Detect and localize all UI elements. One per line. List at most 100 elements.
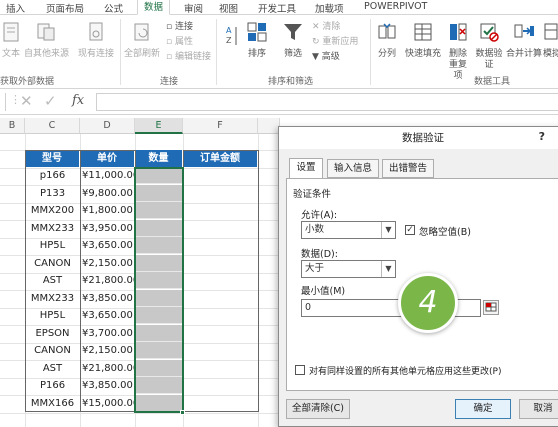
group-divider xyxy=(216,19,217,85)
ok-button[interactable]: 确定 xyxy=(455,399,511,419)
connections-button[interactable]: ▫ 连接 xyxy=(166,22,193,33)
ignore-blank-checkbox[interactable]: ✓ xyxy=(405,225,415,235)
tab-error-alert[interactable]: 出错警告 xyxy=(382,159,434,178)
column-header-e[interactable]: E xyxy=(135,118,183,134)
criteria-heading: 验证条件 xyxy=(293,189,332,200)
ribbon: 文本 自其他来源 现有连接 获取外部数据 全部刷新 ▫ 连接 ▫ 属性 ▫ 编辑… xyxy=(0,15,558,89)
sort-asc-button[interactable]: AZ xyxy=(222,23,242,57)
chevron-down-icon: ▼ xyxy=(381,261,395,277)
cancel-button[interactable]: 取消 xyxy=(519,399,558,419)
connections-file-icon xyxy=(89,22,103,41)
group-data-tools: 数据工具 xyxy=(474,77,511,87)
chevron-down-icon: ▼ xyxy=(381,222,395,238)
column-header-c[interactable]: C xyxy=(25,118,80,134)
data-validation-icon xyxy=(480,23,499,42)
data-validation-button[interactable]: 数据验证 xyxy=(474,21,504,71)
existing-connections-button[interactable]: 现有连接 xyxy=(76,21,116,60)
column-header-d[interactable]: D xyxy=(80,118,135,134)
other-sources-icon xyxy=(37,23,55,41)
consolidate-icon xyxy=(514,24,534,38)
insert-function-icon[interactable]: fx xyxy=(72,93,84,108)
flash-fill-button[interactable]: 快速填充 xyxy=(403,21,443,60)
consolidate-button[interactable]: 合并计算 xyxy=(506,21,542,60)
sort-icon xyxy=(247,22,267,42)
apply-all-checkbox[interactable] xyxy=(295,365,305,375)
range-picker-icon[interactable] xyxy=(483,300,499,315)
flash-fill-icon xyxy=(414,23,432,41)
group-sort-filter: 排序和筛选 xyxy=(268,77,314,87)
edit-links-icon: ▫ xyxy=(166,52,175,62)
tab-formulas[interactable]: 公式 xyxy=(104,1,123,15)
allow-label: 允许(A): xyxy=(301,210,338,221)
svg-text:A: A xyxy=(226,26,232,35)
formula-input[interactable] xyxy=(96,93,558,111)
name-box[interactable] xyxy=(0,93,6,111)
ribbon-tabs: 插入 页面布局 公式 数据 审阅 视图 开发工具 加载项 POWERPIVOT xyxy=(0,0,558,15)
column-header-f[interactable]: F xyxy=(183,118,258,134)
tab-developer[interactable]: 开发工具 xyxy=(258,1,296,15)
text-to-columns-button[interactable]: 分列 xyxy=(374,21,400,60)
advanced-filter-button[interactable]: ▼ 高级 xyxy=(312,52,340,63)
edit-links-button[interactable]: ▫ 编辑链接 xyxy=(166,52,211,63)
what-if-button[interactable]: 模拟 xyxy=(543,21,558,60)
properties-button[interactable]: ▫ 属性 xyxy=(166,37,193,48)
sort-az-icon: AZ xyxy=(226,26,237,45)
tab-settings[interactable]: 设置 xyxy=(289,158,323,179)
cancel-entry-icon[interactable]: ✕ xyxy=(20,92,33,110)
from-text-button[interactable]: 文本 xyxy=(0,21,22,60)
header-quantity: 数量 xyxy=(135,150,183,167)
refresh-all-button[interactable]: 全部刷新 xyxy=(122,21,162,60)
from-other-sources-button[interactable]: 自其他来源 xyxy=(24,21,69,60)
connections-icon: ▫ xyxy=(166,22,175,32)
filter-funnel-icon xyxy=(284,24,302,40)
tab-view[interactable]: 视图 xyxy=(219,1,238,15)
table-border xyxy=(80,150,136,412)
tab-addins[interactable]: 加载项 xyxy=(315,1,344,15)
table-border xyxy=(183,150,259,412)
range-grid-icon xyxy=(485,302,497,312)
remove-duplicates-button[interactable]: 删除重复项 xyxy=(445,21,471,82)
tab-insert[interactable]: 插入 xyxy=(6,1,25,15)
tab-review[interactable]: 审阅 xyxy=(184,1,203,15)
text-file-icon xyxy=(3,22,19,42)
tab-page-layout[interactable]: 页面布局 xyxy=(46,1,84,15)
help-icon[interactable]: ? xyxy=(539,130,545,143)
group-connections: 连接 xyxy=(160,77,179,87)
column-header-g[interactable] xyxy=(258,118,280,134)
tab-input-message[interactable]: 输入信息 xyxy=(327,159,379,178)
group-divider xyxy=(370,19,371,85)
confirm-entry-icon[interactable]: ✓ xyxy=(44,92,57,110)
selection-range[interactable] xyxy=(134,167,184,413)
reapply-button[interactable]: ↻ 重新应用 xyxy=(312,37,358,48)
sort-button[interactable]: 排序 xyxy=(244,21,270,60)
formula-bar: ⋮ ✕ ✓ fx xyxy=(0,90,558,115)
tab-powerpivot[interactable]: POWERPIVOT xyxy=(364,1,427,12)
step-badge: 4 xyxy=(398,273,458,333)
group-get-external: 获取外部数据 xyxy=(0,77,55,87)
column-header-b[interactable]: B xyxy=(0,118,25,134)
split-columns-icon xyxy=(378,23,396,39)
clear-all-button[interactable]: 全部清除(C) xyxy=(286,399,350,419)
check-icon: ✓ xyxy=(406,225,414,235)
advanced-filter-icon: ▼ xyxy=(312,52,322,62)
data-select[interactable]: 大于 ▼ xyxy=(301,260,396,278)
apply-all-label: 对有同样设置的所有其他单元格应用这些更改(P) xyxy=(309,367,502,377)
fill-handle[interactable] xyxy=(180,410,185,415)
table-border xyxy=(25,150,81,412)
clear-filter-icon: ✕ xyxy=(312,22,323,32)
minimum-label: 最小值(M) xyxy=(301,286,346,297)
group-divider xyxy=(120,19,121,85)
allow-select[interactable]: 小数 ▼ xyxy=(301,221,396,239)
filter-button[interactable]: 筛选 xyxy=(280,21,306,60)
what-if-icon xyxy=(544,23,558,40)
data-label: 数据(D): xyxy=(301,249,338,260)
refresh-icon xyxy=(134,23,149,41)
clear-filter-button[interactable]: ✕ 清除 xyxy=(312,22,340,33)
svg-text:Z: Z xyxy=(226,36,232,45)
tab-data[interactable]: 数据 xyxy=(137,0,171,15)
ignore-blank-label: 忽略空值(B) xyxy=(419,227,471,238)
reapply-icon: ↻ xyxy=(312,37,323,47)
dialog-title: 数据验证 xyxy=(279,127,558,149)
remove-duplicates-icon xyxy=(450,23,467,41)
properties-icon: ▫ xyxy=(166,37,175,47)
